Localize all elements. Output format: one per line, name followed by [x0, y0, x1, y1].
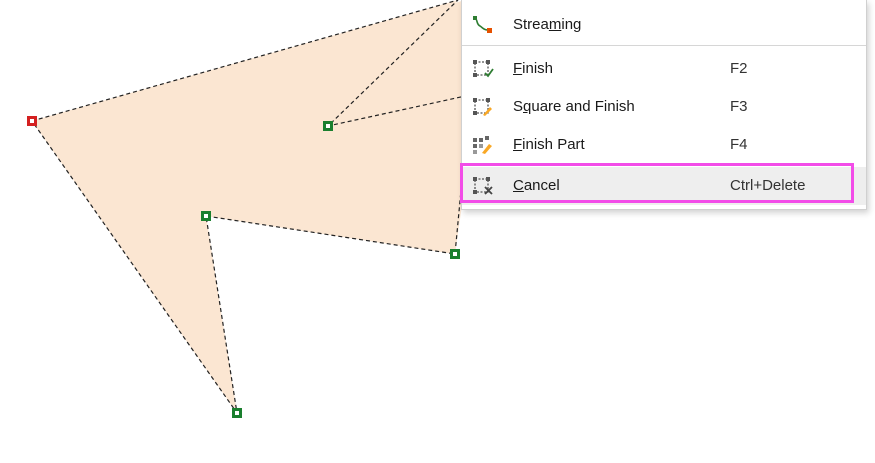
- menu-item-finish-part[interactable]: Finish Part F4: [462, 126, 866, 164]
- square-finish-icon: [472, 97, 494, 117]
- streaming-icon: [472, 15, 494, 35]
- menu-item-finish[interactable]: Finish F2: [462, 50, 866, 88]
- context-menu: Streaming Finish F2 Square and Finish F3…: [461, 0, 867, 210]
- shortcut-label: F2: [730, 60, 748, 77]
- menu-item-cancel[interactable]: Cancel Ctrl+Delete: [462, 167, 866, 205]
- cancel-icon: [472, 176, 494, 196]
- finish-icon: [472, 59, 494, 79]
- finish-part-icon: [472, 135, 494, 155]
- vertex-handle[interactable]: [450, 249, 460, 259]
- shortcut-label: Ctrl+Delete: [730, 177, 806, 194]
- menu-item-label: Cancel: [513, 177, 560, 194]
- vertex-handle[interactable]: [323, 121, 333, 131]
- menu-item-square-and-finish[interactable]: Square and Finish F3: [462, 88, 866, 126]
- menu-item-label: Streaming: [513, 16, 582, 33]
- shortcut-label: F3: [730, 98, 748, 115]
- vertex-handle[interactable]: [201, 211, 211, 221]
- menu-item-label: Finish: [513, 60, 554, 77]
- menu-item-label: Square and Finish: [513, 98, 635, 115]
- vertex-start-handle[interactable]: [27, 116, 37, 126]
- menu-separator: [462, 45, 866, 46]
- menu-item-label: Finish Part: [513, 136, 585, 153]
- vertex-handle[interactable]: [232, 408, 242, 418]
- menu-item-streaming[interactable]: Streaming: [462, 6, 866, 44]
- shortcut-label: F4: [730, 136, 748, 153]
